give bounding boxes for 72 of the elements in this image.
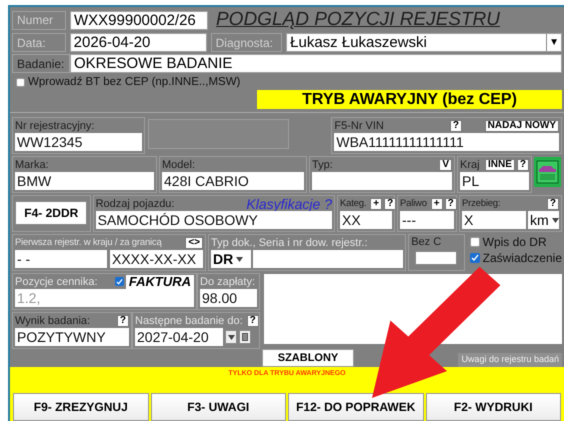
inspector-dropdown[interactable]: Łukasz Łukaszewski ▼: [286, 33, 562, 52]
date-field[interactable]: 2026-04-20: [70, 33, 207, 52]
input-field[interactable]: ---: [400, 211, 454, 229]
input-field[interactable]: WBA11111111111111: [334, 133, 559, 151]
function-button[interactable]: F2- WYDRUKI: [426, 393, 561, 421]
unit-dropdown[interactable]: km: [528, 211, 559, 229]
caret-icon[interactable]: [552, 218, 559, 222]
help-button[interactable]: +: [370, 198, 382, 210]
field-label: Kateg.: [340, 198, 366, 209]
mode-banner: TRYB AWARYJNY (bez CEP): [257, 90, 562, 110]
field-label: Pozycje cennika:: [15, 276, 98, 288]
dropdown-button[interactable]: [225, 330, 237, 344]
inspector-label: Diagnosta:: [210, 33, 282, 52]
input-field[interactable]: X: [462, 211, 526, 229]
field-label: Model:: [162, 158, 196, 170]
field-label: Typ dok., Seria i nr dow. rejestr.:: [211, 236, 368, 248]
caret-icon[interactable]: [228, 334, 234, 340]
checkbox-label: Zaświadczenie: [482, 251, 562, 265]
f4-button[interactable]: F4- 2DDR: [15, 201, 88, 225]
checkbox-label: Wprowadź BT bez CEP (np.INNE..,MSW): [28, 76, 240, 88]
field-label: Bez C: [411, 236, 442, 248]
function-button[interactable]: F9- ZREZYGNUJ: [13, 393, 148, 421]
checkbox[interactable]: [16, 78, 25, 86]
help-button[interactable]: INNE: [484, 158, 515, 170]
exam-field[interactable]: OKRESOWE BADANIE: [70, 54, 562, 73]
assign-new-button[interactable]: NADAJ NOWY: [484, 120, 559, 132]
field-label: F5-Nr VIN: [334, 120, 384, 132]
field-label: Pierwsza rejestr. w kraju / za granicą: [15, 237, 162, 248]
help-button[interactable]: ?: [450, 120, 462, 132]
calendar-icon[interactable]: [239, 330, 251, 344]
checkbox[interactable]: [470, 253, 480, 263]
vehicle-card-icon[interactable]: [534, 157, 561, 187]
help-button[interactable]: ?: [116, 314, 129, 326]
notes-caption: Uwagi do rejestru badań: [458, 353, 562, 367]
input-field[interactable]: POZYTYWNY: [15, 328, 129, 346]
help-button[interactable]: +: [430, 198, 443, 210]
function-button[interactable]: F12- DO POPRAWEK: [288, 393, 424, 421]
field-label: Rodzaj pojazdu:: [96, 198, 174, 210]
input-field[interactable]: XX: [340, 211, 392, 229]
input-field[interactable]: [312, 172, 452, 190]
small-button[interactable]: [415, 251, 458, 265]
input-field[interactable]: SAMOCHÓD OSOBOWY: [96, 211, 332, 229]
templates-tab[interactable]: SZABLONY: [262, 349, 354, 367]
invoice-label: FAKTURA: [126, 274, 194, 288]
exam-label: Badanie:: [12, 54, 70, 73]
field-label: Paliwo: [400, 198, 427, 209]
help-button[interactable]: V: [439, 158, 452, 170]
function-button[interactable]: F3- UWAGI: [150, 393, 286, 421]
help-button[interactable]: ?: [444, 198, 457, 210]
input-field[interactable]: PL: [460, 172, 529, 190]
checkbox-label: Wpis do DR: [482, 235, 547, 249]
field-label: Wynik badania:: [15, 314, 90, 326]
field-label: Nr rejestracyjny:: [15, 120, 94, 132]
caret-icon[interactable]: [236, 256, 244, 262]
checkbox[interactable]: [470, 237, 480, 247]
field-label: Marka:: [15, 158, 49, 170]
field-label: Do zapłaty:: [200, 276, 256, 288]
field-label: Przebieg:: [462, 198, 500, 209]
help-button[interactable]: ?: [384, 198, 396, 210]
field-label: Następne badanie do:: [135, 314, 243, 326]
input-field[interactable]: [253, 250, 404, 268]
field-label: Kraj: [460, 158, 480, 170]
input-field[interactable]: BMW: [15, 172, 154, 190]
help-button[interactable]: ?: [516, 158, 529, 170]
field-label: Typ:: [312, 158, 333, 170]
number-label: Numer: [12, 10, 66, 30]
window-title: PODGLĄD POZYCJI REJESTRU: [216, 9, 500, 31]
input-field[interactable]: 428I CABRIO: [162, 172, 304, 190]
date-label: Data:: [12, 33, 66, 52]
number-field[interactable]: WXX99900002/26: [70, 10, 208, 30]
help-button[interactable]: ?: [546, 198, 559, 210]
input-field[interactable]: WW12345: [15, 133, 142, 151]
